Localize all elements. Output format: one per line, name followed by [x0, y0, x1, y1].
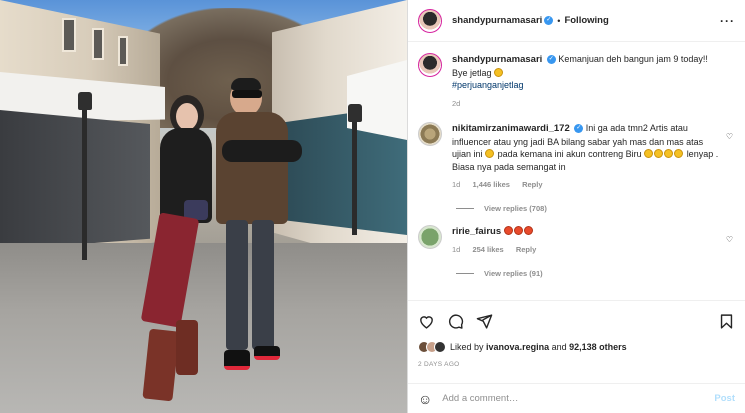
- replies-line: [456, 207, 474, 209]
- more-options-icon[interactable]: ···: [720, 14, 735, 28]
- flushed-emoji-icon: [674, 149, 684, 158]
- commenter-avatar[interactable]: [418, 122, 442, 146]
- verified-badge-icon: ✓: [544, 16, 554, 25]
- flushed-emoji-icon: [644, 149, 654, 158]
- shopfront-left: [0, 110, 150, 250]
- street: [0, 243, 407, 413]
- commenter-username[interactable]: ririe_fairus: [452, 226, 501, 237]
- add-comment-bar: ☺ Add a comment… Post: [408, 383, 745, 413]
- bookmark-icon[interactable]: [718, 313, 735, 330]
- like-comment-heart-icon[interactable]: ♡: [726, 235, 733, 244]
- heart-eyes-emoji-icon: [523, 225, 533, 235]
- comment-time[interactable]: 1d: [452, 180, 460, 189]
- comment-item: ririe_fairus 1d 254 likes Reply ♡: [418, 224, 735, 257]
- caption-time[interactable]: 2d: [452, 99, 460, 108]
- comment-item: nikitamirzanimawardi_172 ✓ Ini ga ada tm…: [418, 122, 735, 192]
- comment-time[interactable]: 1d: [452, 245, 460, 254]
- comment-likes[interactable]: 254 likes: [472, 245, 503, 254]
- comment-input[interactable]: Add a comment…: [442, 393, 518, 404]
- caption-avatar[interactable]: [418, 53, 442, 77]
- sweat-emoji-icon: [485, 149, 495, 158]
- flushed-emoji-icon: [664, 149, 674, 158]
- verified-badge-icon: ✓: [546, 55, 556, 65]
- post-details-panel: shandypurnamasari ✓ • Following ··· shan…: [407, 0, 745, 413]
- comment-likes[interactable]: 1,446 likes: [472, 180, 510, 189]
- heart-eyes-emoji-icon: [503, 225, 513, 235]
- reply-button[interactable]: Reply: [516, 245, 536, 254]
- post-date[interactable]: 2 DAYS AGO: [418, 361, 735, 368]
- replies-line: [456, 272, 474, 274]
- comment-icon[interactable]: [447, 313, 464, 330]
- view-replies-label: View replies (91): [484, 268, 543, 278]
- post-button[interactable]: Post: [714, 393, 735, 404]
- street-lamp-right: [352, 120, 357, 235]
- post-header: shandypurnamasari ✓ • Following ···: [408, 0, 745, 42]
- caption-hashtag[interactable]: #perjuanganjetlag: [452, 80, 524, 90]
- street-lamp-left: [82, 110, 87, 260]
- grin-emoji-icon: [494, 67, 504, 77]
- instagram-post-view: shandypurnamasari ✓ • Following ··· shan…: [0, 0, 745, 413]
- share-icon[interactable]: [476, 313, 493, 330]
- post-photo[interactable]: [0, 0, 407, 413]
- reply-button[interactable]: Reply: [522, 180, 542, 189]
- commenter-avatar[interactable]: [418, 224, 442, 249]
- heart-eyes-emoji-icon: [513, 225, 523, 235]
- comments-list[interactable]: shandypurnamasari ✓ Kemanjuan deh bangun…: [408, 43, 745, 300]
- caption: shandypurnamasari ✓ Kemanjuan deh bangun…: [418, 53, 735, 110]
- view-replies-button[interactable]: View replies (91): [456, 269, 735, 278]
- heart-icon[interactable]: [418, 313, 435, 330]
- like-comment-heart-icon[interactable]: ♡: [726, 132, 733, 141]
- likes-and: and: [551, 342, 567, 352]
- liker-username[interactable]: ivanova.regina: [486, 342, 549, 352]
- likes-count[interactable]: 92,138 others: [569, 342, 627, 352]
- liker-avatar[interactable]: [434, 341, 446, 353]
- separator-dot: •: [557, 15, 561, 26]
- following-button[interactable]: Following: [564, 15, 608, 26]
- commenter-username[interactable]: nikitamirzanimawardi_172: [452, 123, 570, 134]
- verified-badge-icon: ✓: [574, 124, 584, 134]
- author-avatar[interactable]: [418, 8, 442, 33]
- view-replies-button[interactable]: View replies (708): [456, 204, 735, 213]
- comment-text-2: pada kemana ini akun contreng Biru: [497, 149, 642, 159]
- post-actions: Liked by ivanova.regina and 92,138 other…: [408, 300, 745, 368]
- emoji-picker-icon[interactable]: ☺: [418, 391, 432, 407]
- author-username[interactable]: shandypurnamasari: [452, 15, 542, 26]
- likes-summary: Liked by ivanova.regina and 92,138 other…: [418, 341, 735, 353]
- likes-prefix: Liked by: [450, 342, 484, 352]
- flushed-emoji-icon: [654, 149, 664, 158]
- caption-username[interactable]: shandypurnamasari: [452, 54, 542, 65]
- view-replies-label: View replies (708): [484, 203, 547, 213]
